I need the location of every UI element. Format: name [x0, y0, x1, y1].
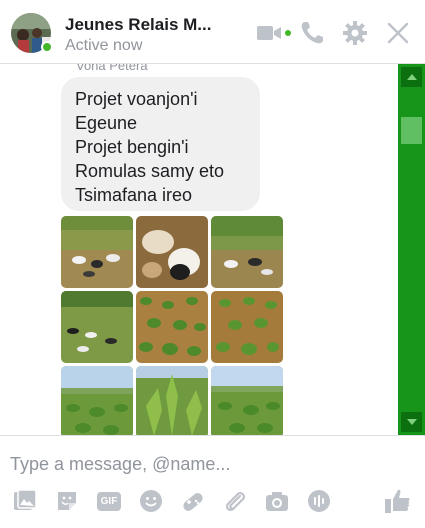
phone-icon[interactable] [299, 20, 325, 46]
photo-thumbnail[interactable] [136, 291, 208, 363]
conversation-title[interactable]: Jeunes Relais M... [65, 15, 211, 35]
message-bubble[interactable]: Projet voanjon'i Egeune Projet bengin'i … [61, 77, 260, 211]
scroll-down-arrow-icon[interactable] [401, 412, 422, 432]
camera-icon[interactable] [265, 489, 289, 513]
photo-thumbnail[interactable] [61, 216, 133, 288]
photo-thumbnail[interactable] [211, 366, 283, 435]
thumbs-up-icon[interactable] [384, 487, 411, 514]
scrollbar-thumb[interactable] [401, 117, 422, 144]
message-input[interactable] [10, 452, 390, 476]
video-available-dot [285, 30, 291, 36]
emoji-icon[interactable] [139, 489, 163, 513]
chat-header: Jeunes Relais M... Active now [0, 0, 425, 64]
photo-thumbnail[interactable] [211, 291, 283, 363]
audio-icon[interactable] [307, 489, 331, 513]
online-indicator [41, 41, 53, 53]
photo-icon[interactable] [13, 489, 37, 513]
gear-icon[interactable] [342, 20, 368, 46]
attach-icon[interactable] [223, 489, 247, 513]
scroll-up-arrow-icon[interactable] [401, 67, 422, 87]
photo-thumbnail[interactable] [136, 366, 208, 435]
sticker-icon[interactable] [55, 489, 79, 513]
conversation-scrollbar[interactable] [398, 64, 425, 435]
game-icon[interactable] [181, 489, 205, 513]
video-camera-icon[interactable] [256, 20, 282, 46]
gif-icon[interactable]: GIF [97, 492, 121, 511]
message-thread[interactable]: Vona Petera Projet voanjon'i Egeune Proj… [0, 64, 398, 435]
message-composer: GIF [0, 435, 425, 528]
photo-thumbnail[interactable] [136, 216, 208, 288]
photo-thumbnail[interactable] [211, 216, 283, 288]
sender-name: Vona Petera [76, 64, 148, 73]
photo-thumbnail[interactable] [61, 291, 133, 363]
photo-thumbnail[interactable] [61, 366, 133, 435]
active-status: Active now [65, 37, 143, 54]
close-icon[interactable] [385, 20, 411, 46]
